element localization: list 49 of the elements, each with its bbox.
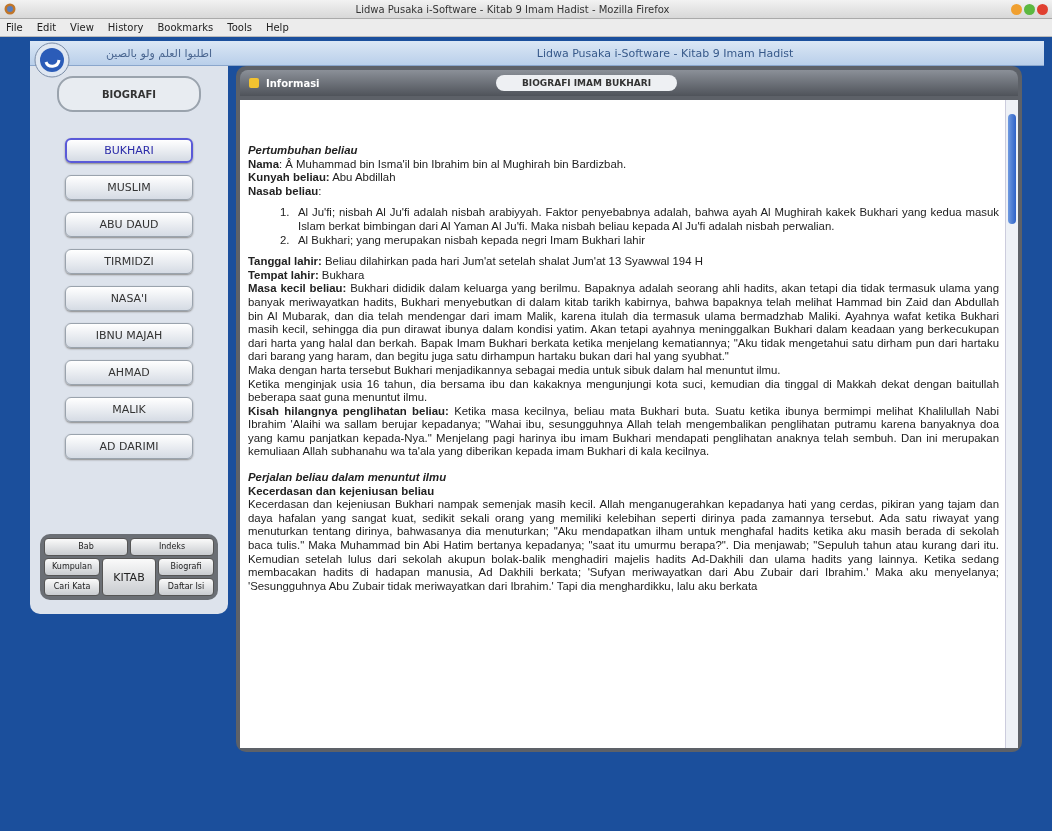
narrator-button[interactable]: MALIK: [65, 397, 193, 422]
list-item: Al Bukhari; yang merupakan nisbah kepada negri Imam Bukhari lahir: [298, 233, 646, 248]
paragraph: Kecerdasan dan kejeniusan Bukhari nampak semenjak masih kecil. Allah menganugerahkan kepadanya hati yang cerdas, pikiran yang tajam dan daya hafalan yang sangat kuat, sedikit sekali orang yang memiliki kelebihan seperti dirinya pada zamannya tersebut. Ada satu riwayat yang menuturkan tentang dirinya, bahwasanya dia menuturkan; "Aku mendapatkan ilham untuk menghafal hadits ketika aku masih berada di sekolah baca tulis." Maka Muhammad bin Abi Hatim bertanya kepadanya; "saat itu umurmu berapa?". Dia menjawab; "Sepuluh tahun atau kurang dari itu. Kemudian setelah lulus dari sekolah akupun bolak-balik menghadiri majelis hadits Ad-Dakhili dan ulama hadits yang lainnya. Ketika sedang membacakan hadits di hadapan manusia, Ad Dakhili berkata; 'Sufyan meriwayatkan dari Abu Zubair dari Ibrahim.' Maka aku menyelanya; 'Sesungguhnya Abu Zubair tidak meriwayatkan dari Ibrahim.' Tapi dia menghardikku, lalu aku berkata: [248, 498, 999, 594]
paragraph: Tempat lahir: Bukhara: [248, 268, 366, 283]
menu-item[interactable]: Edit: [36, 22, 57, 33]
tool-button[interactable]: KITAB: [102, 558, 156, 596]
narrator-button[interactable]: AHMAD: [65, 360, 193, 385]
browser-icon: [4, 3, 16, 15]
narrator-button[interactable]: BUKHARI: [65, 138, 193, 163]
subsection-heading: Kecerdasan dan kejeniusan beliau: [248, 484, 436, 499]
paragraph: Masa kecil beliau: Bukhari dididik dalam keluarga yang berilmu. Bapaknya adalah seorang ahli hadits, akan tetapi dia tidak termasuk ulama yang banyak meriwayatkan hadits, Bukhari menyebutkan di dalam kitab tarikh kabirnya, bahwa bapaknya telah melihat Hammad bin Zaid dan Abdullah bin Al Mubarak, dan dia telah mendengar dari imam Malik, karena itulah dia termasuk ulama bermadzhab Maliki. Ayahnya wafat ketika Bukhari masih kecil, sehingga dia pun dirawat ibunya dalam kondisi yatim. Akan tetapi ayahnya meninggalkan Bukhari dalam keadaan yang berkecukupan dari harta yang halal dan berkah. Bapak Imam Bukhari berkata ketika menjelang kematiannya; "Aku tidak mengetahui satu dirham pun dari hartaku dari barang yang haram, dan begitu juga satu dirhampun hartaku bukan dari hal yang syubhat.": [248, 282, 999, 364]
narrator-button[interactable]: IBNU MAJAH: [65, 323, 193, 348]
paragraph: Nasab beliau:: [248, 184, 323, 199]
window-title: Lidwa Pusaka i-Software - Kitab 9 Imam Hadist - Mozilla Firefox: [354, 3, 671, 15]
scrollbar[interactable]: [1005, 100, 1018, 748]
section-heading: Pertumbuhan beliau: [248, 144, 359, 158]
info-icon: [248, 77, 260, 89]
paragraph: Tanggal lahir: Beliau dilahirkan pada hari Jum'at setelah shalat Jum'at 13 Syawwal 194 H: [248, 255, 704, 269]
paragraph: Nama: Â Muhammad bin Isma'il bin Ibrahim bin al Mughirah bin Bardizbah.: [248, 157, 628, 172]
tool-button[interactable]: Cari Kata: [44, 578, 100, 596]
menu-item[interactable]: File: [6, 22, 23, 33]
paragraph: Kunyah beliau: Abu Abdillah: [248, 171, 397, 185]
tool-button[interactable]: Bab: [44, 538, 128, 556]
tool-button[interactable]: Biografi: [158, 558, 214, 576]
narrator-button[interactable]: NASA'I: [65, 286, 193, 311]
section-heading: Perjalan beliau dalam menuntut ilmu: [248, 471, 448, 485]
narrator-button[interactable]: TIRMIDZI: [65, 249, 193, 274]
tool-button[interactable]: Daftar Isi: [158, 578, 214, 596]
menu-item[interactable]: View: [70, 22, 94, 33]
app-title: Lidwa Pusaka i-Software - Kitab 9 Imam Hadist: [535, 46, 795, 60]
narrator-button[interactable]: MUSLIM: [65, 175, 193, 200]
list-number: 2.: [280, 233, 291, 248]
menu-item[interactable]: History: [107, 22, 144, 33]
narrator-button[interactable]: AD DARIMI: [65, 434, 193, 459]
tool-button[interactable]: Kumpulan: [44, 558, 100, 576]
content-tab[interactable]: BIOGRAFI IMAM BUKHARI: [496, 75, 678, 91]
paragraph: Kisah hilangnya penglihatan beliau: Ketika masa kecilnya, beliau mata Bukhari buta. Suatu ketika ibunya bermimpi melihat Khalilullah Nabi Ibrahim 'Alaihi wa sallam berujar kepadanya; "Wahai ibu, sesungguhnya Allah telah mengembalikan penglihatan putramu karena banyaknya doa yang kamu panjatkan kepada-Nya." Menjelang pagi harinya ibu imam Bukhari mendapati penglihatan anaknya telah sembuh. Dan ini merupakan kemuliaan Allah subhanahu wa ta'ala yang diberikan kepada imam Bukhari di kala kecilnya.: [248, 404, 999, 460]
paragraph: Ketika menginjak usia 16 tahun, dia bersama ibu dan kakaknya mengunjungi kota suci, kemudian dia tinggal di Makkah dekat dengan baitullah beberapa saat guna menuntut ilmu.: [248, 377, 999, 405]
tool-button[interactable]: Indeks: [130, 538, 214, 556]
list-number: 1.: [280, 206, 291, 221]
menu-item[interactable]: Tools: [227, 22, 252, 33]
menu-item[interactable]: Bookmarks: [157, 22, 214, 33]
menu-item[interactable]: Help: [265, 22, 289, 33]
panel-title: Informasi: [266, 77, 321, 89]
narrator-button[interactable]: ABU DAUD: [65, 212, 193, 237]
paragraph: Maka dengan harta tersebut Bukhari menjadikannya sebagai media untuk sibuk dalam hal menuntut ilmu.: [248, 363, 782, 378]
list-item: Al Ju'fi; nisbah Al Ju'fi adalah nisbah arabiyyah. Faktor penyebabnya adalah, bahwa ayah Al Mughirah kakek Bukhari yang kedua masuk Islam berkat bimbingan dari Al Yaman Al Ju'fi. Maka nisbah beliau kepada Al Ju'fi adalah nisbah perwalian.: [298, 206, 999, 234]
app-motto: اطلبوا العلم ولو بالصين: [105, 46, 214, 60]
section-label: BIOGRAFI: [57, 76, 201, 112]
